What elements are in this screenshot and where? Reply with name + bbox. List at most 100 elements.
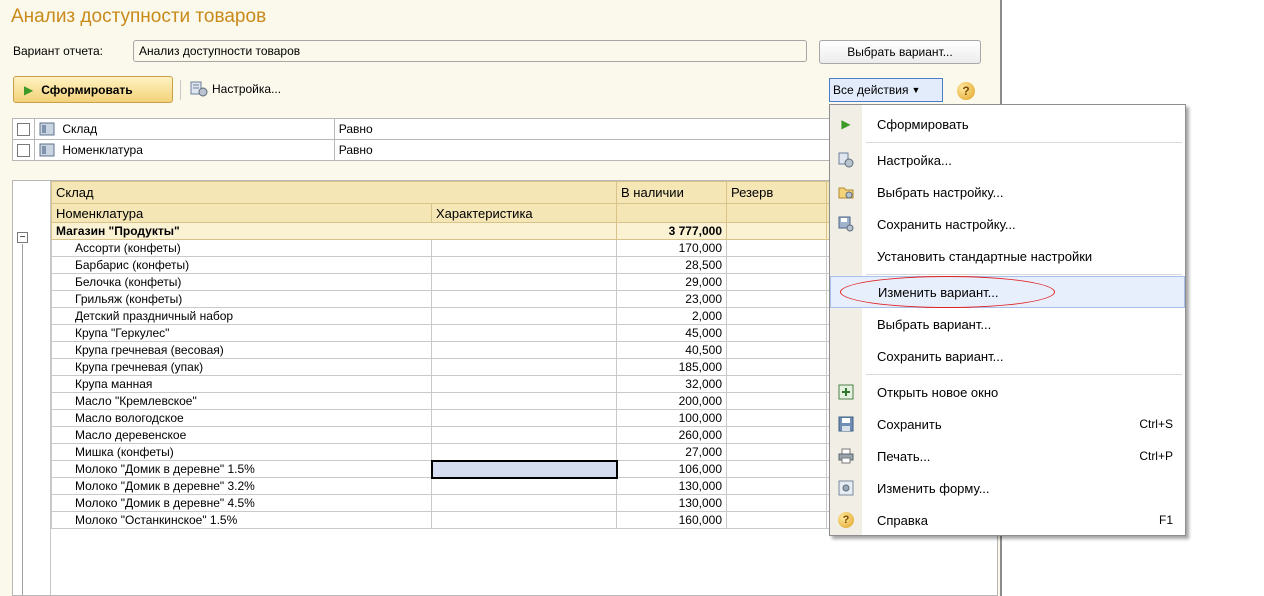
col-header-characteristic: Характеристика — [431, 203, 617, 223]
col-header-item: Номенклатура — [51, 203, 432, 223]
item-reserve — [726, 290, 827, 308]
item-characteristic[interactable] — [431, 494, 617, 512]
item-name: Крупа "Геркулес" — [51, 324, 432, 342]
item-characteristic[interactable] — [431, 256, 617, 274]
menu-item-edit-form[interactable]: Изменить форму... — [830, 472, 1185, 504]
col-header-warehouse: Склад — [51, 181, 617, 204]
menu-separator — [866, 142, 1182, 143]
item-in-stock: 130,000 — [616, 494, 727, 512]
variant-field[interactable]: Анализ доступности товаров — [133, 40, 807, 62]
filter-checkbox[interactable] — [17, 123, 30, 137]
item-reserve — [726, 256, 827, 274]
table-row[interactable]: Крупа гречневая (весовая) 40,500 — [51, 341, 952, 359]
table-row[interactable]: Молоко "Останкинское" 1.5%160,000160,000 — [51, 511, 952, 529]
table-row[interactable]: Крупа гречневая (упак) 185,000 — [51, 358, 952, 376]
choose-variant-button[interactable]: Выбрать вариант... — [819, 40, 981, 64]
toolbar-separator — [180, 80, 181, 100]
menu-item-label: Настройка... — [877, 152, 952, 168]
menu-item-choose-settings[interactable]: Выбрать настройку... — [830, 176, 1185, 208]
table-row[interactable]: Крупа манная 32,000 — [51, 375, 952, 393]
filter-field-cell[interactable]: Номенклатура — [34, 139, 335, 161]
settings-icon — [190, 81, 208, 97]
item-name: Мишка (конфеты) — [51, 443, 432, 461]
all-actions-button[interactable]: Все действия ▼ — [829, 78, 943, 102]
item-characteristic[interactable] — [431, 239, 617, 257]
filter-field-cell[interactable]: Склад — [34, 118, 335, 140]
run-report-button[interactable]: ▶ Сформировать — [13, 76, 173, 103]
item-characteristic[interactable] — [431, 307, 617, 325]
highlight-ellipse — [840, 276, 1055, 308]
menu-item-label: Установить стандартные настройки — [877, 248, 1093, 264]
help-icon[interactable]: ? — [957, 82, 975, 100]
table-row[interactable]: Крупа "Геркулес" 45,000 — [51, 324, 952, 342]
table-row[interactable]: Детский праздничный набор 2,000 — [51, 307, 952, 325]
item-name: Ассорти (конфеты) — [51, 239, 432, 257]
filter-checkbox[interactable] — [17, 144, 30, 158]
table-row[interactable]: Мишка (конфеты) 27,000 — [51, 443, 952, 461]
item-characteristic[interactable] — [431, 409, 617, 427]
item-characteristic[interactable] — [431, 477, 617, 495]
menu-item-save[interactable]: Сохранить Ctrl+S — [830, 408, 1185, 440]
menu-item-new-window[interactable]: Открыть новое окно — [830, 376, 1185, 408]
table-row[interactable]: Молоко "Домик в деревне" 3.2%130,000130,… — [51, 477, 952, 495]
item-name: Масло вологодское — [51, 409, 432, 427]
menu-item-label: Открыть новое окно — [877, 384, 999, 400]
header-row: Склад В наличии Резерв — [51, 181, 952, 204]
group-row[interactable]: Магазин "Продукты" 3 777,000 — [51, 222, 952, 240]
menu-item-help[interactable]: ? Справка F1 — [830, 504, 1185, 536]
table-row[interactable]: Молоко "Домик в деревне" 4.5%130,000130,… — [51, 494, 952, 512]
menu-item-settings[interactable]: Настройка... — [830, 144, 1185, 176]
filter-checkbox-cell[interactable] — [12, 118, 35, 140]
menu-item-default-settings[interactable]: Установить стандартные настройки — [830, 240, 1185, 272]
item-name: Детский праздничный набор — [51, 307, 432, 325]
table-row[interactable]: Грильяж (конфеты) 23,000 — [51, 290, 952, 308]
item-reserve — [726, 460, 827, 478]
item-in-stock: 106,000 — [616, 460, 727, 478]
table-row[interactable]: Масло вологодское 100,000 — [51, 409, 952, 427]
table-row[interactable]: Ассорти (конфеты) 170,000 — [51, 239, 952, 257]
item-characteristic[interactable] — [431, 273, 617, 291]
item-characteristic[interactable] — [431, 358, 617, 376]
item-in-stock: 170,000 — [616, 239, 727, 257]
help-icon: ? — [837, 511, 855, 529]
filter-checkbox-cell[interactable] — [12, 139, 35, 161]
col-header-reserve: Резерв — [726, 181, 827, 204]
item-characteristic[interactable] — [431, 426, 617, 444]
table-row[interactable]: Масло деревенское 260,000 — [51, 426, 952, 444]
save-settings-icon — [837, 215, 855, 233]
menu-item-label: Выбрать настройку... — [877, 184, 1004, 200]
item-characteristic[interactable] — [431, 290, 617, 308]
item-characteristic[interactable] — [431, 443, 617, 461]
item-characteristic[interactable] — [431, 324, 617, 342]
menu-item-label: Сохранить настройку... — [877, 216, 1016, 232]
filter-field-label: Номенклатура — [62, 142, 143, 157]
menu-item-print[interactable]: Печать... Ctrl+P — [830, 440, 1185, 472]
menu-item-save-settings[interactable]: Сохранить настройку... — [830, 208, 1185, 240]
menu-item-run[interactable]: ▶ Сформировать — [830, 108, 1185, 140]
collapse-group-icon[interactable]: − — [17, 232, 28, 243]
item-characteristic[interactable] — [431, 341, 617, 359]
menu-item-choose-variant[interactable]: Выбрать вариант... — [830, 308, 1185, 340]
item-in-stock: 160,000 — [616, 511, 727, 529]
item-characteristic[interactable] — [431, 375, 617, 393]
item-in-stock: 32,000 — [616, 375, 727, 393]
field-icon — [39, 143, 55, 157]
table-row[interactable]: Масло "Кремлевское" 200,000 — [51, 392, 952, 410]
table-row[interactable]: Молоко "Домик в деревне" 1.5% 106,000 — [51, 459, 952, 479]
item-reserve — [726, 273, 827, 291]
table-row[interactable]: Барбарис (конфеты) 28,500 — [51, 256, 952, 274]
edit-form-icon — [837, 479, 855, 497]
all-actions-label: Все действия — [833, 83, 909, 97]
item-name: Молоко "Домик в деревне" 3.2% — [51, 477, 432, 495]
item-in-stock: 45,000 — [616, 324, 727, 342]
item-reserve — [726, 443, 827, 461]
chevron-down-icon: ▼ — [911, 85, 921, 95]
table-row[interactable]: Белочка (конфеты) 29,000 — [51, 273, 952, 291]
group-name: Магазин "Продукты" — [51, 222, 617, 240]
settings-button[interactable]: Настройка... — [190, 81, 281, 97]
item-characteristic[interactable] — [430, 459, 618, 479]
menu-item-save-variant[interactable]: Сохранить вариант... — [830, 340, 1185, 372]
item-characteristic[interactable] — [431, 511, 617, 529]
item-characteristic[interactable] — [431, 392, 617, 410]
group-reserve — [726, 222, 827, 240]
